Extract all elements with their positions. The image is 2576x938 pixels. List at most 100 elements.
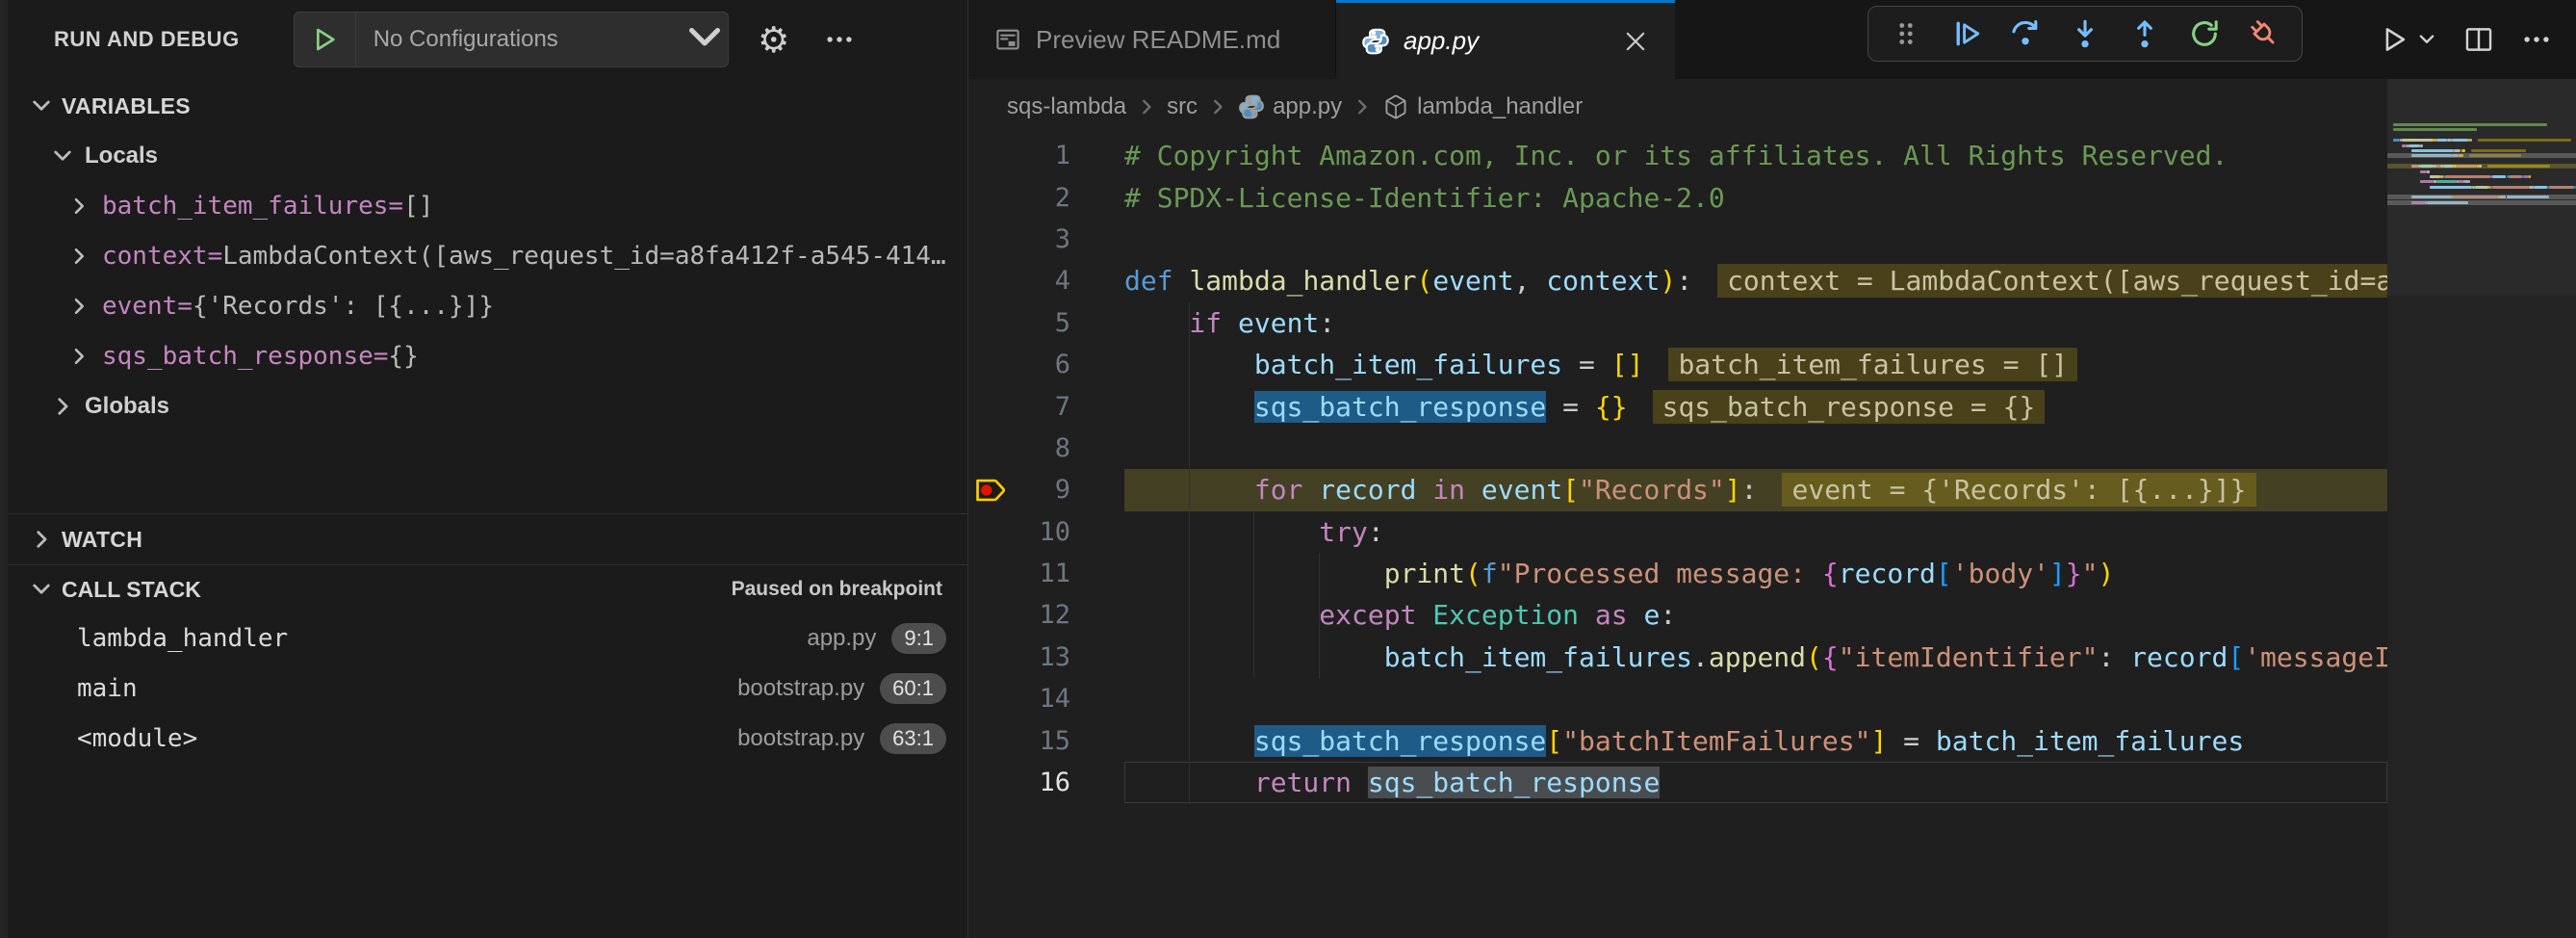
tab-label: Preview README.md <box>1036 25 1280 55</box>
code-line[interactable]: 9for record in event["Records"]:event = … <box>968 469 2387 510</box>
tab-app-py[interactable]: app.py <box>1336 0 1675 79</box>
tab-preview-readme[interactable]: Preview README.md <box>968 0 1336 79</box>
code-line[interactable]: 2# SPDX-License-Identifier: Apache-2.0 <box>968 176 2387 218</box>
stack-frame-row[interactable]: <module>bootstrap.py63:1 <box>8 714 967 764</box>
settings-gear-button[interactable]: ⚙ <box>754 19 794 60</box>
breadcrumb-item[interactable]: src <box>1167 93 1198 120</box>
watch-section-header[interactable]: WATCH <box>8 514 967 564</box>
step-out-button[interactable] <box>2124 13 2166 55</box>
inline-debug-value: batch_item_failures = [] <box>1668 348 2077 381</box>
code-line[interactable]: 6batch_item_failures = []batch_item_fail… <box>968 344 2387 385</box>
gutter[interactable] <box>968 762 1013 803</box>
chevron-right-icon[interactable] <box>67 195 90 218</box>
activity-bar-edge <box>0 0 8 938</box>
gutter[interactable] <box>968 594 1013 636</box>
close-icon[interactable] <box>1621 27 1650 56</box>
chevron-down-icon[interactable] <box>2416 29 2437 50</box>
chevron-down-icon[interactable] <box>50 143 75 169</box>
stack-frame-row[interactable]: mainbootstrap.py60:1 <box>8 664 967 714</box>
chevron-right-icon[interactable] <box>67 295 90 318</box>
continue-button[interactable] <box>1945 13 1987 55</box>
gutter[interactable] <box>968 678 1013 719</box>
breadcrumb: sqs-lambda src app.py lambda_handler <box>968 79 2387 135</box>
variable-value: {'Records': [{...}]} <box>193 292 494 321</box>
locals-scope-row[interactable]: Locals <box>8 131 967 181</box>
step-out-icon <box>2128 17 2161 50</box>
code-line[interactable]: 3 <box>968 219 2387 260</box>
line-number: 6 <box>1013 350 1070 379</box>
python-icon <box>1238 93 1265 120</box>
minimap[interactable] <box>2387 79 2576 938</box>
globals-scope-row[interactable]: Globals <box>8 381 967 431</box>
breadcrumb-item[interactable]: lambda_handler <box>1382 93 1583 120</box>
more-actions-button[interactable] <box>819 19 860 60</box>
play-icon <box>309 24 340 55</box>
code-line[interactable]: 4def lambda_handler(event, context):cont… <box>968 260 2387 301</box>
markdown-preview-icon <box>993 25 1022 54</box>
disconnect-button[interactable] <box>2243 13 2285 55</box>
current-breakpoint-icon[interactable] <box>968 469 1013 510</box>
code-editor[interactable]: 1# Copyright Amazon.com, Inc. or its aff… <box>968 135 2387 938</box>
debug-config-dropdown[interactable]: No Configurations <box>294 12 729 67</box>
breadcrumb-item[interactable]: app.py <box>1238 93 1342 120</box>
variable-row[interactable]: context = LambdaContext([aws_request_id=… <box>8 231 967 281</box>
variables-label: VARIABLES <box>62 93 191 119</box>
variable-row[interactable]: batch_item_failures = [] <box>8 181 967 231</box>
call-stack-frames: lambda_handlerapp.py9:1mainbootstrap.py6… <box>8 613 967 764</box>
code-line[interactable]: 11print(f"Processed message: {record['bo… <box>968 553 2387 594</box>
gutter[interactable] <box>968 553 1013 594</box>
step-over-button[interactable] <box>2004 13 2047 55</box>
breadcrumb-item[interactable]: sqs-lambda <box>1007 93 1126 120</box>
code-line[interactable]: 14 <box>968 678 2387 719</box>
gutter[interactable] <box>968 302 1013 344</box>
frame-file: app.py <box>807 625 876 652</box>
variable-row[interactable]: event = {'Records': [{...}]} <box>8 281 967 331</box>
continue-icon <box>1949 17 1982 50</box>
gutter[interactable] <box>968 344 1013 385</box>
code-line[interactable]: 12except Exception as e: <box>968 594 2387 636</box>
ellipsis-icon <box>823 23 856 56</box>
frame-file: bootstrap.py <box>737 725 864 752</box>
split-editor-icon[interactable] <box>2462 23 2495 56</box>
chevron-down-icon[interactable] <box>29 577 54 602</box>
code-line[interactable]: 10try: <box>968 511 2387 553</box>
call-stack-section-header[interactable]: CALL STACK Paused on breakpoint <box>8 565 967 613</box>
code-line[interactable]: 5if event: <box>968 302 2387 344</box>
gutter[interactable] <box>968 719 1013 761</box>
step-into-button[interactable] <box>2064 13 2106 55</box>
tab-bar: Preview README.md app.py <box>968 0 2576 79</box>
gutter[interactable] <box>968 637 1013 678</box>
code-line[interactable]: 15sqs_batch_response["batchItemFailures"… <box>968 719 2387 761</box>
line-number: 3 <box>1013 224 1070 254</box>
gutter[interactable] <box>968 219 1013 260</box>
more-actions-icon[interactable] <box>2520 23 2553 56</box>
indent-guide <box>1319 553 1320 679</box>
gutter[interactable] <box>968 385 1013 427</box>
restart-button[interactable] <box>2183 13 2226 55</box>
gutter[interactable] <box>968 428 1013 469</box>
code-line[interactable]: 13batch_item_failures.append({"itemIdent… <box>968 637 2387 678</box>
variable-row[interactable]: sqs_batch_response = {} <box>8 331 967 381</box>
variables-section-header[interactable]: VARIABLES <box>8 81 967 131</box>
drag-handle-button[interactable] <box>1885 13 1927 55</box>
line-number: 4 <box>1013 266 1070 296</box>
run-python-file-button[interactable] <box>2378 23 2437 56</box>
start-debugging-button[interactable] <box>295 13 356 66</box>
chevron-right-icon[interactable] <box>67 245 90 268</box>
chevron-right-icon[interactable] <box>50 394 75 419</box>
chevron-right-icon[interactable] <box>67 345 90 368</box>
code-line[interactable]: 16return sqs_batch_response <box>968 762 2387 803</box>
gutter[interactable] <box>968 135 1013 176</box>
code-line[interactable]: 7sqs_batch_response = {}sqs_batch_respon… <box>968 385 2387 427</box>
code-line[interactable]: 8 <box>968 428 2387 469</box>
gutter[interactable] <box>968 176 1013 218</box>
chevron-right-icon[interactable] <box>29 527 54 552</box>
disconnect-icon <box>2248 17 2280 50</box>
code-line[interactable]: 1# Copyright Amazon.com, Inc. or its aff… <box>968 135 2387 176</box>
chevron-down-icon[interactable] <box>29 93 54 118</box>
tab-label: app.py <box>1404 26 1479 56</box>
chevron-down-icon[interactable] <box>682 14 728 65</box>
gutter[interactable] <box>968 511 1013 553</box>
stack-frame-row[interactable]: lambda_handlerapp.py9:1 <box>8 613 967 664</box>
gutter[interactable] <box>968 260 1013 301</box>
